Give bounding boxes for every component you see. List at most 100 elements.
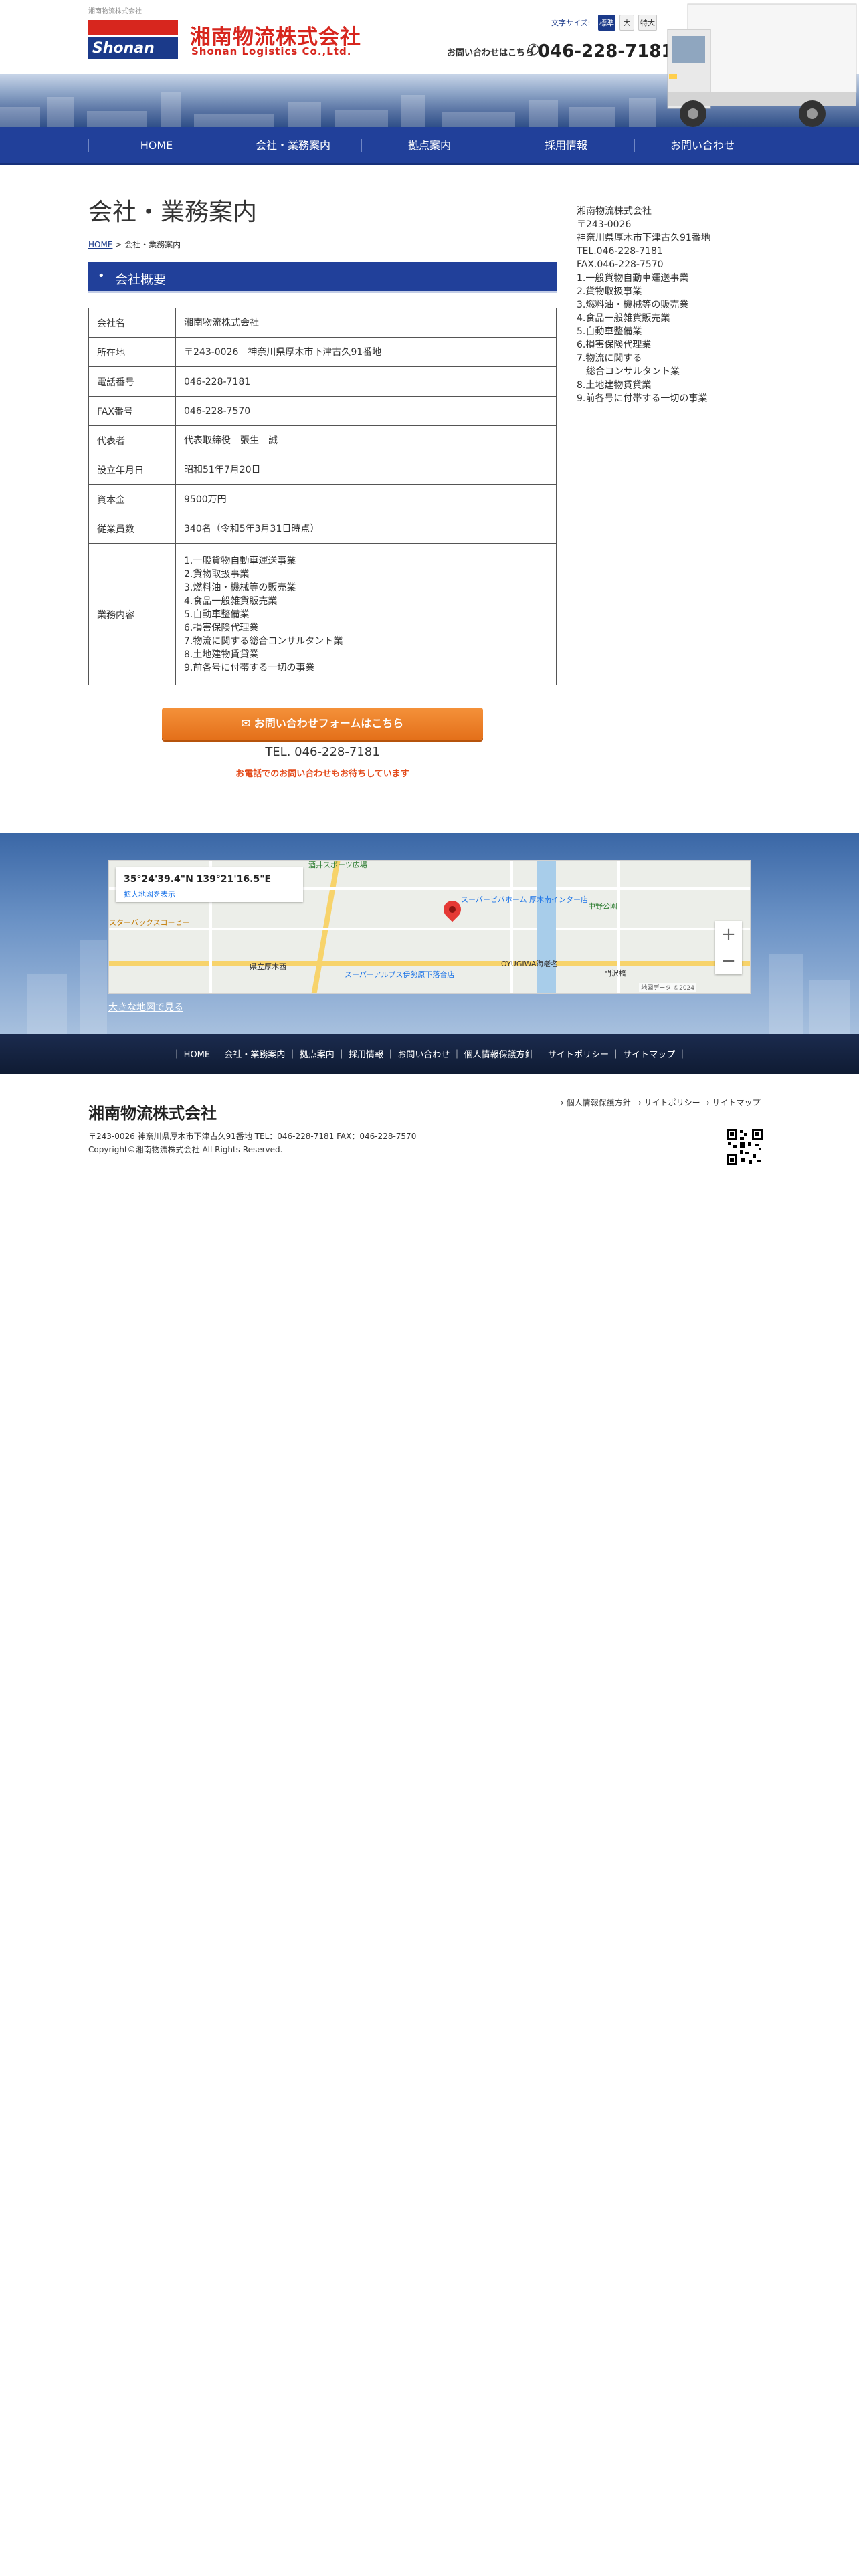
global-nav: HOME 会社・業務案内 拠点案内 採用情報 お問い合わせ xyxy=(0,127,859,165)
business-line: 7.物流に関する総合コンサルタント業 xyxy=(184,635,343,647)
business-line: 1.一般貨物自動車運送事業 xyxy=(184,555,296,566)
map-zoom-control: + − xyxy=(715,921,742,974)
table-header-cell: 代表者 xyxy=(88,425,176,455)
nav-contact[interactable]: お問い合わせ xyxy=(634,127,771,165)
zoom-in-button[interactable]: + xyxy=(715,921,742,948)
truck-image xyxy=(667,3,857,127)
qr-code-image xyxy=(725,1128,764,1166)
table-row: 電話番号 046-228-7181 xyxy=(88,366,557,397)
sidebar-line: 神奈川県厚木市下津古久91番地 xyxy=(577,233,710,243)
table-header-cell: 電話番号 xyxy=(88,366,176,397)
map-copyright: 地図データ ©2024 xyxy=(639,983,696,992)
footer-company-name: 湘南物流株式会社 xyxy=(88,1104,217,1123)
table-header-cell: 従業員数 xyxy=(88,514,176,544)
sidebar-line: 4.食品一般雑貨販売業 xyxy=(577,313,670,324)
footer-link-site-policy[interactable]: › サイトポリシー xyxy=(638,1097,700,1108)
table-header-cell: 設立年月日 xyxy=(88,455,176,485)
footer-link-sitemap[interactable]: › サイトマップ xyxy=(706,1097,761,1108)
footer-link-privacy[interactable]: › 個人情報保護方針 xyxy=(561,1097,631,1108)
nav-company[interactable]: 会社・業務案内 xyxy=(225,127,361,165)
map-label: 県立厚木西 xyxy=(250,962,286,971)
font-size-large-button[interactable]: 大 xyxy=(619,15,634,31)
sidebar-line: 1.一般貨物自動車運送事業 xyxy=(577,273,689,284)
table-value-cell: 湘南物流株式会社 xyxy=(175,308,557,338)
table-value-cell: 046-228-7570 xyxy=(175,396,557,426)
contact-form-button[interactable]: ✉ お問い合わせフォームはこちら xyxy=(162,708,483,740)
zoom-out-button[interactable]: − xyxy=(715,948,742,974)
map-coordinates: 35°24'39.4"N 139°21'16.5"E xyxy=(124,874,272,885)
map-label: スーパーピバホーム 厚木南インター店 xyxy=(461,895,589,904)
sidebar-line: 2.貨物取扱事業 xyxy=(577,286,642,297)
sidebar-line: 3.燃料油・機械等の販売業 xyxy=(577,300,689,310)
map-label: OYUGIWA海老名 xyxy=(501,960,559,968)
header-phone-number[interactable]: 046-228-7181 xyxy=(538,41,674,62)
table-row: 資本金 9500万円 xyxy=(88,484,557,514)
river xyxy=(537,861,556,993)
sidebar-line: 湘南物流株式会社 xyxy=(577,206,652,217)
business-line: 2.貨物取扱事業 xyxy=(184,568,250,580)
company-info-table: 会社名 湘南物流株式会社 所在地 〒243-0026 神奈川県厚木市下津古久91… xyxy=(88,308,557,685)
table-header-cell: 資本金 xyxy=(88,484,176,514)
breadcrumb: HOME > 会社・業務案内 xyxy=(88,239,181,250)
table-header-cell: 業務内容 xyxy=(88,543,176,685)
footer-nav-locations[interactable]: 拠点案内 xyxy=(300,1047,335,1060)
table-value-cell: 340名（令和5年3月31日時点） xyxy=(175,514,557,544)
footer-nav: ｜ HOME ｜ 会社・業務案内 ｜ 拠点案内 ｜ 採用情報 ｜ お問い合わせ … xyxy=(0,1034,859,1074)
sidebar-company-info: 湘南物流株式会社 〒243-0026 神奈川県厚木市下津古久91番地 TEL.0… xyxy=(577,205,737,405)
footer-nav-sitemap[interactable]: サイトマップ xyxy=(623,1047,675,1060)
table-value-cell: 昭和51年7月20日 xyxy=(175,455,557,485)
business-line: 8.土地建物賃貸業 xyxy=(184,649,259,660)
map-detail-link[interactable]: 拡大地図を表示 xyxy=(124,889,175,899)
company-name-en: Shonan Logistics Co.,Ltd. xyxy=(191,45,352,58)
company-logo[interactable]: Shonan xyxy=(88,20,178,59)
sidebar-line: FAX.046-228-7570 xyxy=(577,259,664,270)
table-header-cell: 会社名 xyxy=(88,308,176,338)
page-title: 会社・業務案内 xyxy=(88,199,258,226)
breadcrumb-separator: > xyxy=(115,240,122,249)
nav-locations[interactable]: 拠点案内 xyxy=(361,127,498,165)
table-header-cell: 所在地 xyxy=(88,337,176,367)
sidebar-line: 7.物流に関する xyxy=(577,353,642,364)
footer-copyright: Copyright©湘南物流株式会社 All Rights Reserved. xyxy=(88,1145,283,1154)
font-size-label: 文字サイズ: xyxy=(551,19,591,27)
table-row: 代表者 代表取締役 張生 誠 xyxy=(88,425,557,455)
map-label: 中野公園 xyxy=(588,902,617,911)
sidebar-line: 9.前各号に付帯する一切の事業 xyxy=(577,393,708,404)
map-label: スターバックスコーヒー xyxy=(109,918,190,927)
table-row: 所在地 〒243-0026 神奈川県厚木市下津古久91番地 xyxy=(88,337,557,367)
table-row: 設立年月日 昭和51年7月20日 xyxy=(88,455,557,485)
font-size-xlarge-button[interactable]: 特大 xyxy=(638,15,657,31)
footer-nav-contact[interactable]: お問い合わせ xyxy=(397,1047,450,1060)
cta-phone[interactable]: TEL. 046-228-7181 xyxy=(88,745,557,759)
cta-note: お電話でのお問い合わせもお待ちしています xyxy=(235,769,409,779)
footer-nav-recruit[interactable]: 採用情報 xyxy=(349,1047,383,1060)
map-label: 酒井スポーツ広場 xyxy=(308,861,367,869)
section-heading-company-overview: • 会社概要 xyxy=(88,262,557,293)
font-size-normal-button[interactable]: 標準 xyxy=(598,15,615,31)
table-value-cell: 046-228-7181 xyxy=(175,366,557,397)
business-line: 9.前各号に付帯する一切の事業 xyxy=(184,662,315,673)
breadcrumb-current: 会社・業務案内 xyxy=(124,240,181,249)
footer-nav-site-policy[interactable]: サイトポリシー xyxy=(548,1047,609,1060)
table-value-cell-business: 1.一般貨物自動車運送事業 2.貨物取扱事業 3.燃料油・機械等の販売業 4.食… xyxy=(175,543,557,685)
google-map[interactable]: 酒井スポーツ広場 スーパーピバホーム 厚木南インター店 中野公園 スターバックス… xyxy=(108,860,751,994)
header-tagline: 湘南物流株式会社 xyxy=(88,8,142,15)
logo-text: Shonan xyxy=(92,40,155,57)
chevron-right-icon: › xyxy=(706,1098,710,1107)
sidebar-line: 8.土地建物賃貸業 xyxy=(577,380,652,391)
table-row: FAX番号 046-228-7570 xyxy=(88,396,557,426)
sidebar-line: 〒243-0026 xyxy=(577,219,632,230)
nav-home[interactable]: HOME xyxy=(88,127,225,165)
footer-nav-home[interactable]: HOME xyxy=(184,1050,210,1060)
big-map-link[interactable]: 大きな地図で見る xyxy=(108,1000,183,1014)
chevron-right-icon: › xyxy=(561,1098,564,1107)
breadcrumb-home-link[interactable]: HOME xyxy=(88,240,112,249)
nav-recruit[interactable]: 採用情報 xyxy=(498,127,634,165)
map-info-card: 35°24'39.4"N 139°21'16.5"E 拡大地図を表示 xyxy=(116,867,303,902)
section-bullet: • xyxy=(98,269,105,283)
sidebar-line: 総合コンサルタント業 xyxy=(577,366,680,377)
footer-nav-privacy[interactable]: 個人情報保護方針 xyxy=(464,1047,534,1060)
business-line: 3.燃料油・機械等の販売業 xyxy=(184,582,296,593)
footer-nav-company[interactable]: 会社・業務案内 xyxy=(224,1047,285,1060)
table-value-cell: 代表取締役 張生 誠 xyxy=(175,425,557,455)
